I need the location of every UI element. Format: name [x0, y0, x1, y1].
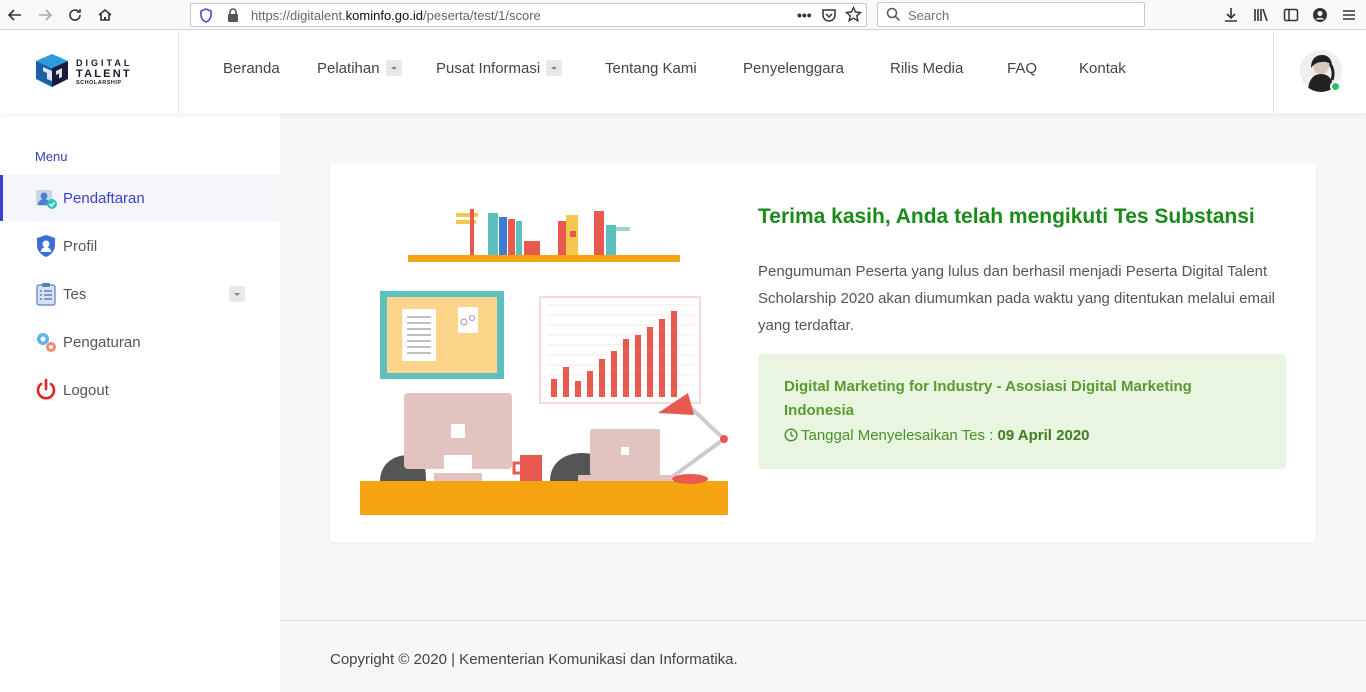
- nav-rilis-media[interactable]: Rilis Media: [890, 60, 963, 77]
- clock-icon: [784, 428, 798, 442]
- chevron-down-icon[interactable]: [546, 60, 563, 77]
- course-name: Digital Marketing for Industry - Asosias…: [784, 378, 1192, 419]
- hamburger-menu-icon[interactable]: [1338, 4, 1360, 26]
- sidebar-item-label: Tes: [63, 286, 87, 303]
- nav-label: Tentang Kami: [605, 60, 697, 77]
- page-actions-icon[interactable]: •••: [797, 7, 812, 23]
- logo-text: DIGITAL TALENT SCHOLARSHIP: [76, 59, 132, 87]
- sidebar-item-label: Pengaturan: [63, 334, 141, 351]
- power-icon: [36, 378, 56, 400]
- sidebar-item-pengaturan[interactable]: Pengaturan: [0, 319, 280, 365]
- registration-icon: [36, 190, 57, 209]
- nav-label: Pusat Informasi: [436, 60, 541, 77]
- profile-shield-icon: [37, 235, 55, 257]
- online-status-dot: [1330, 81, 1341, 92]
- nav-kontak[interactable]: Kontak: [1079, 60, 1126, 77]
- tracking-shield-icon[interactable]: [199, 8, 213, 28]
- url-text[interactable]: https://digitalent.kominfo.go.id/peserta…: [251, 8, 541, 23]
- announcement-text: Pengumuman Peserta yang lulus dan berhas…: [758, 263, 1275, 334]
- pocket-icon[interactable]: [821, 7, 837, 28]
- nav-pusat-informasi[interactable]: Pusat Informasi: [436, 60, 563, 77]
- digital-talent-logo-icon: [36, 54, 68, 87]
- logo-line-2: TALENT: [76, 68, 132, 80]
- sidebar-item-label: Logout: [63, 382, 109, 399]
- bookmark-star-icon[interactable]: [844, 5, 863, 28]
- sidebar: Menu Pendaftaran Profil Tes Pengaturan L…: [0, 113, 280, 692]
- copyright-text: Copyright © 2020 | Kementerian Komunikas…: [330, 651, 738, 668]
- nav-faq[interactable]: FAQ: [1007, 60, 1037, 77]
- reload-icon[interactable]: [64, 4, 86, 26]
- user-menu[interactable]: [1273, 31, 1366, 113]
- nav-label: Rilis Media: [890, 60, 964, 77]
- chevron-down-icon[interactable]: [385, 60, 402, 77]
- nav-label: FAQ: [1007, 60, 1038, 77]
- search-placeholder: Search: [908, 8, 950, 23]
- nav-tentang-kami[interactable]: Tentang Kami: [605, 60, 697, 77]
- library-icon[interactable]: [1250, 4, 1272, 26]
- clipboard-icon: [36, 283, 56, 306]
- result-card: Terima kasih, Anda telah mengikuti Tes S…: [330, 163, 1316, 542]
- back-arrow-icon[interactable]: [4, 4, 26, 26]
- download-icon[interactable]: [1220, 4, 1242, 26]
- forward-arrow-icon[interactable]: [34, 4, 56, 26]
- main-content: Terima kasih, Anda telah mengikuti Tes S…: [280, 113, 1366, 692]
- footer: Copyright © 2020 | Kementerian Komunikas…: [280, 620, 1366, 692]
- url-bar[interactable]: https://digitalent.kominfo.go.id/peserta…: [190, 3, 867, 27]
- logo-line-3: SCHOLARSHIP: [76, 80, 122, 86]
- workspace-illustration: [360, 209, 728, 515]
- menu-label: Menu: [35, 149, 68, 164]
- gears-icon: [37, 333, 56, 352]
- nav-label: Beranda: [223, 60, 280, 77]
- sidebar-item-pendaftaran[interactable]: Pendaftaran: [0, 175, 280, 221]
- sidebar-item-label: Profil: [63, 238, 98, 255]
- search-icon: [886, 7, 901, 27]
- nav-label: Kontak: [1079, 60, 1126, 77]
- completion-date: Tanggal Menyelesaikan Tes : 09 April 202…: [784, 427, 1090, 444]
- browser-toolbar: https://digitalent.kominfo.go.id/peserta…: [0, 0, 1366, 30]
- lock-icon[interactable]: [227, 8, 239, 27]
- nav-pelatihan[interactable]: Pelatihan: [317, 60, 402, 77]
- account-icon[interactable]: [1309, 4, 1331, 26]
- nav-label: Penyelenggara: [743, 60, 844, 77]
- logo-area[interactable]: DIGITAL TALENT SCHOLARSHIP: [0, 31, 179, 113]
- chevron-down-icon[interactable]: [229, 286, 245, 302]
- date-value: 09 April 2020: [997, 427, 1090, 444]
- sidebar-item-logout[interactable]: Logout: [0, 367, 280, 413]
- logo-line-1: DIGITAL: [76, 58, 133, 68]
- sidebar-item-profil[interactable]: Profil: [0, 223, 280, 269]
- browser-search-input[interactable]: Search: [877, 2, 1145, 27]
- nav-beranda[interactable]: Beranda: [223, 60, 280, 77]
- page-title: Terima kasih, Anda telah mengikuti Tes S…: [758, 205, 1255, 228]
- date-label: Tanggal Menyelesaikan Tes :: [801, 427, 994, 444]
- nav-label: Pelatihan: [317, 60, 380, 77]
- sidebar-item-tes[interactable]: Tes: [0, 271, 280, 317]
- home-icon[interactable]: [94, 4, 116, 26]
- nav-penyelenggara[interactable]: Penyelenggara: [743, 60, 844, 77]
- sidebar-item-label: Pendaftaran: [63, 190, 145, 207]
- course-info-box: Digital Marketing for Industry - Asosias…: [758, 354, 1286, 469]
- sidebar-toggle-icon[interactable]: [1280, 4, 1302, 26]
- site-header: DIGITAL TALENT SCHOLARSHIP Beranda Pelat…: [0, 31, 1366, 113]
